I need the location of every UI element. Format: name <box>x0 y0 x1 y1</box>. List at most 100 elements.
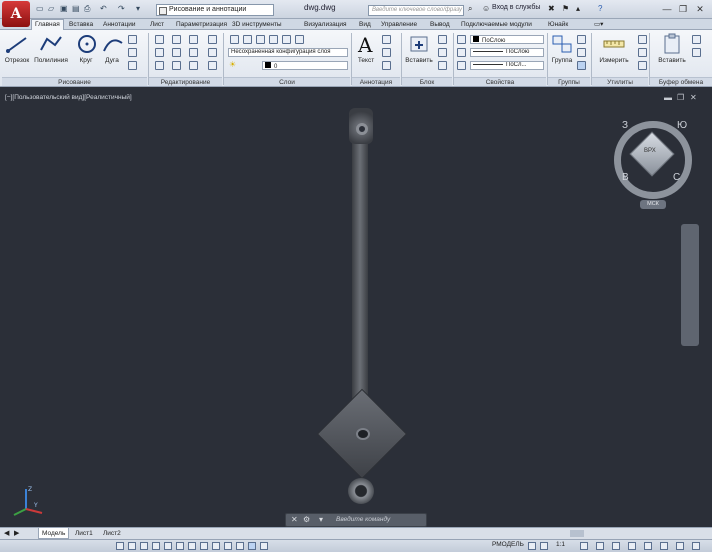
paste-button[interactable]: Вставить <box>656 33 688 64</box>
calculator-icon[interactable] <box>638 61 647 70</box>
tab-layout[interactable]: Лист <box>150 20 164 30</box>
polyline-button[interactable]: Полилиния <box>33 33 69 64</box>
am-icon[interactable] <box>260 542 268 550</box>
annotation-visibility-icon[interactable] <box>540 542 548 550</box>
qat-dropdown-icon[interactable]: ▾ <box>136 3 140 15</box>
customization-icon[interactable] <box>676 542 684 550</box>
group-button[interactable]: Группа <box>550 33 574 64</box>
tab-unique[interactable]: Юнайк <box>548 20 568 30</box>
tab-manage[interactable]: Управление <box>381 20 417 30</box>
lock-icon[interactable] <box>596 542 604 550</box>
connect-icon[interactable]: ⚑ <box>562 4 569 13</box>
tab-model[interactable]: Модель <box>38 528 70 539</box>
offset-icon[interactable] <box>208 61 217 70</box>
close-button[interactable]: ✕ <box>693 3 707 15</box>
save-icon[interactable]: ▣ <box>60 3 68 15</box>
sc-icon[interactable] <box>248 542 256 550</box>
dyn-icon[interactable] <box>200 542 208 550</box>
navigation-bar[interactable] <box>681 224 699 346</box>
linetype-dropdown[interactable]: ПоСлою <box>470 48 544 57</box>
help-dropdown-icon[interactable]: ▴ <box>576 4 580 13</box>
workspace-selector[interactable]: Рисование и аннотации <box>156 4 274 16</box>
rectangle-icon[interactable] <box>128 35 137 44</box>
modify-panel-title[interactable]: Редактирование <box>149 77 222 86</box>
current-layer-dropdown[interactable]: 0 <box>262 61 348 70</box>
maximize-button[interactable]: ❐ <box>676 3 690 15</box>
snap-icon[interactable] <box>128 542 136 550</box>
clipboard-panel-title[interactable]: Буфер обмена <box>650 77 712 86</box>
block-attribute-icon[interactable] <box>438 61 447 70</box>
command-settings-icon[interactable]: ⚙ <box>303 515 310 524</box>
block-panel-title[interactable]: Блок <box>402 77 452 86</box>
saveas-icon[interactable]: ▤ <box>72 3 80 15</box>
circle-button[interactable]: Круг <box>75 33 97 64</box>
application-menu-button[interactable]: A <box>2 1 30 27</box>
redo-icon[interactable]: ↷ <box>118 3 125 15</box>
layer-isolate-icon[interactable] <box>282 35 291 44</box>
osnap-icon[interactable] <box>164 542 172 550</box>
search-input[interactable]: Введите ключевое слово/фразу <box>368 5 464 16</box>
grid-icon[interactable] <box>116 542 124 550</box>
region-icon[interactable] <box>128 61 137 70</box>
horizontal-scrollbar-thumb[interactable] <box>570 530 584 537</box>
layer-properties-icon[interactable] <box>230 35 239 44</box>
edit-block-icon[interactable] <box>438 48 447 57</box>
trim-icon[interactable] <box>189 35 198 44</box>
cut-icon[interactable] <box>692 35 701 44</box>
utilities-panel-title[interactable]: Утилиты <box>592 77 648 86</box>
line-button[interactable]: Отрезок <box>3 33 31 64</box>
layer-lock-icon[interactable] <box>269 35 278 44</box>
create-block-icon[interactable] <box>438 35 447 44</box>
annotation-scale[interactable]: 1:1 <box>556 541 565 548</box>
model-space-button[interactable]: РМОДЕЛЬ <box>492 541 524 548</box>
settings-icon[interactable] <box>644 542 652 550</box>
scale-icon[interactable] <box>172 61 181 70</box>
explode-icon[interactable] <box>208 48 217 57</box>
draw-panel-title[interactable]: Рисование <box>2 77 147 86</box>
status-menu-icon[interactable] <box>692 542 700 550</box>
new-icon[interactable]: ▭ <box>36 3 44 15</box>
ortho-icon[interactable] <box>140 542 148 550</box>
rotate-icon[interactable] <box>172 35 181 44</box>
move-icon[interactable] <box>155 35 164 44</box>
tpy-icon[interactable] <box>224 542 232 550</box>
arc-button[interactable]: Дуга <box>101 33 123 64</box>
isolate-objects-icon[interactable] <box>628 542 636 550</box>
tab-output[interactable]: Вывод <box>430 20 450 30</box>
user-icon[interactable]: ☺ <box>482 4 490 13</box>
ucs-menu-button[interactable]: МСК <box>640 200 666 209</box>
compass-label-s[interactable]: С <box>673 172 680 183</box>
lwt-icon[interactable] <box>212 542 220 550</box>
properties-panel-title[interactable]: Свойства <box>454 77 546 86</box>
copy-clip-icon[interactable] <box>692 48 701 57</box>
command-close-icon[interactable]: ✕ <box>291 515 298 524</box>
groups-panel-title[interactable]: Группы <box>548 77 590 86</box>
text-button[interactable]: A Текст <box>354 33 378 64</box>
qp-icon[interactable] <box>236 542 244 550</box>
exchange-icon[interactable]: ✖ <box>548 4 555 13</box>
annotation-panel-title[interactable]: Аннотация <box>352 77 400 86</box>
print-icon[interactable]: ⎙ <box>84 3 90 15</box>
list-icon[interactable] <box>457 61 466 70</box>
leader-icon[interactable] <box>382 48 391 57</box>
ribbon-options-icon[interactable]: ▭▾ <box>594 20 603 30</box>
color-dropdown[interactable]: ПоСлою <box>470 35 544 44</box>
compass-label-e[interactable]: Ю <box>677 120 687 131</box>
tab-visualize[interactable]: Визуализация <box>304 20 347 30</box>
viewport-close-icon[interactable]: ✕ <box>690 93 697 102</box>
viewport-restore-icon[interactable]: ❐ <box>677 93 684 102</box>
tab-3d-tools[interactable]: 3D инструменты <box>232 20 282 30</box>
layer-match-icon[interactable] <box>295 35 304 44</box>
signin-button[interactable]: Вход в службы <box>492 4 540 11</box>
ducs-icon[interactable] <box>188 542 196 550</box>
group-selection-icon[interactable] <box>577 61 586 70</box>
mirror-icon[interactable] <box>172 48 181 57</box>
hardware-acceleration-icon[interactable] <box>612 542 620 550</box>
tab-insert[interactable]: Вставка <box>69 20 93 30</box>
insert-block-button[interactable]: Вставить <box>404 33 434 64</box>
tab-view[interactable]: Вид <box>359 20 371 30</box>
tab-scroll-last-icon[interactable]: ▶ <box>14 529 19 537</box>
hatch-icon[interactable] <box>128 48 137 57</box>
erase-icon[interactable] <box>208 35 217 44</box>
layer-on-icon[interactable] <box>243 35 252 44</box>
